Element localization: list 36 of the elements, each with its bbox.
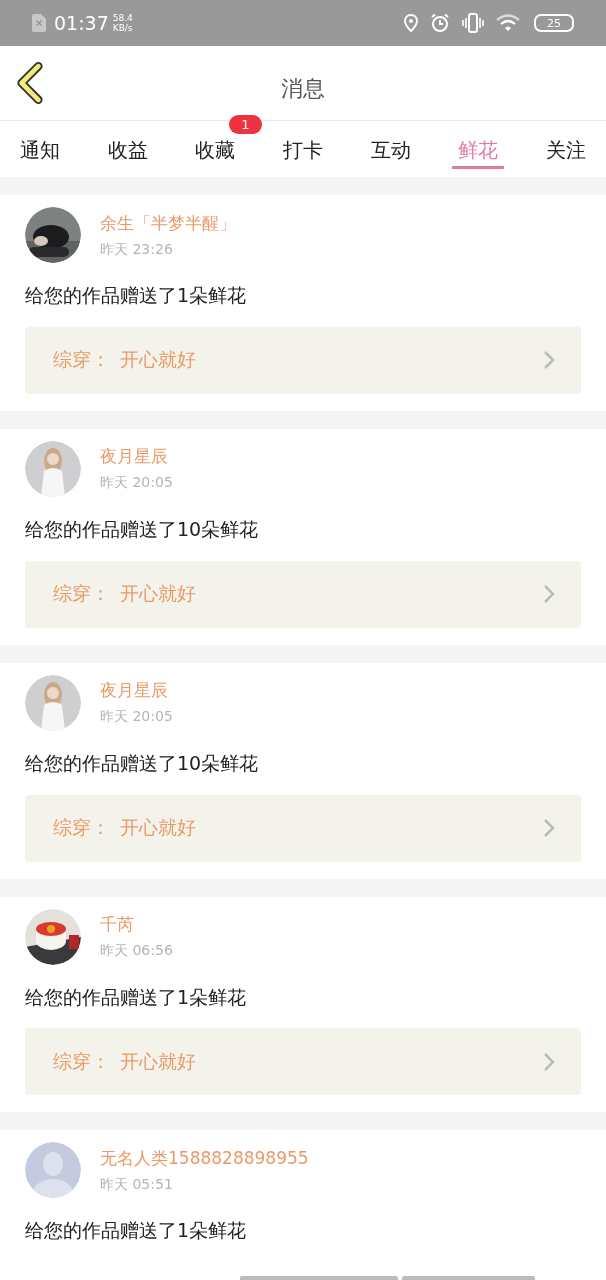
chevron-right-icon: [543, 818, 555, 839]
timestamp: 昨天 20:05: [100, 474, 173, 493]
message-text: 给您的作品赠送了10朵鲜花: [25, 518, 259, 541]
timestamp: 昨天 20:05: [100, 708, 173, 727]
clock-time: 01:37: [54, 12, 109, 34]
tab[interactable]: 通知: [14, 121, 66, 169]
timestamp: 昨天 05:51: [100, 1175, 174, 1194]
message-text: 给您的作品赠送了1朵鲜花: [25, 285, 247, 307]
speed-unit: KB/s: [112, 23, 133, 33]
location-pin-icon: [404, 14, 418, 32]
tab[interactable]: 互动: [364, 121, 417, 169]
page-title: 消息: [281, 75, 325, 103]
sim-card-icon: [32, 14, 46, 32]
user-name: 余生「半梦半醒」: [100, 211, 236, 235]
user-name: 无名人类1588828898955: [100, 1146, 309, 1170]
message-text: 给您的作品赠送了1朵鲜花: [25, 986, 247, 1009]
timestamp: 昨天 23:26: [100, 240, 174, 259]
chevron-right-icon: [543, 1051, 555, 1072]
network-speed: 58.4: [112, 13, 133, 23]
battery-indicator: 25: [534, 14, 574, 32]
chevron-right-icon: [543, 584, 555, 605]
tab[interactable]: 打卡: [276, 121, 329, 169]
wifi-icon: [496, 14, 522, 32]
tab[interactable]: 收益: [101, 121, 154, 169]
chevron-right-icon: [543, 350, 555, 371]
message-text: 给您的作品赠送了1朵鲜花: [25, 1220, 247, 1243]
vibrate-icon: [462, 13, 484, 33]
user-name: 夜月星辰: [100, 445, 169, 469]
alarm-clock-icon: [430, 13, 450, 33]
back-button[interactable]: [16, 62, 44, 104]
message-text: 给您的作品赠送了10朵鲜花: [25, 752, 259, 775]
count-badge: 1: [229, 115, 262, 134]
timestamp: 昨天 06:56: [100, 942, 173, 961]
user-name: 千芮: [100, 913, 135, 937]
tab[interactable]: 关注: [539, 121, 592, 169]
user-name: 夜月星辰: [100, 679, 169, 703]
